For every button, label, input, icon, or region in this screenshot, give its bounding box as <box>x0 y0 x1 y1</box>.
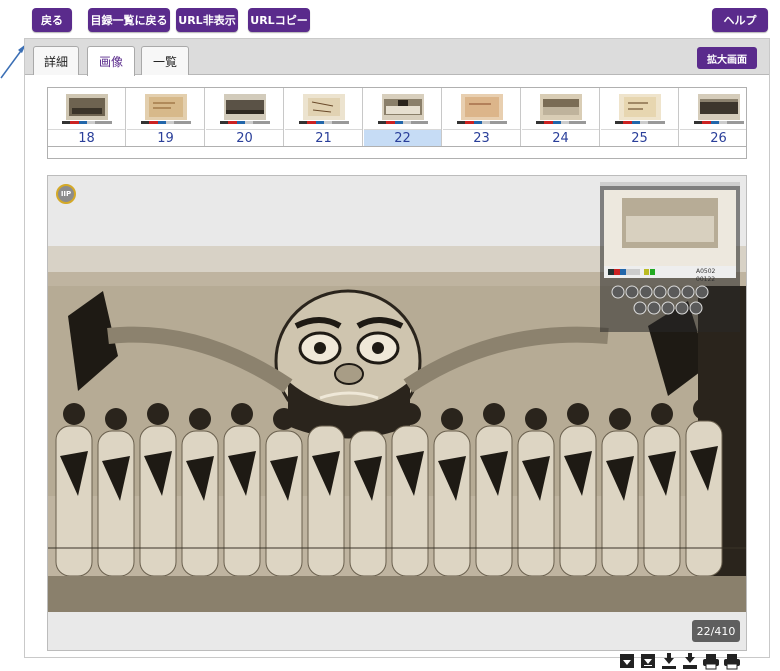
thumbnail-item[interactable]: 21 <box>285 88 363 146</box>
tab-details[interactable]: 詳細 <box>33 46 79 75</box>
iip-logo-icon: IIP <box>56 184 76 204</box>
color-scale-icon <box>694 121 744 124</box>
thumbnail-item[interactable]: 24 <box>522 88 600 146</box>
thumbnail-number: 19 <box>127 129 204 146</box>
thumbnail-scrollbar[interactable] <box>48 146 746 158</box>
color-scale-icon <box>378 121 428 124</box>
hide-url-button[interactable]: URL非表示 <box>176 8 238 32</box>
color-scale-icon <box>299 121 349 124</box>
navigator-controls <box>611 285 709 315</box>
pan-left-icon <box>611 285 625 299</box>
zoom-in-icon <box>695 285 709 299</box>
pan-right-icon <box>625 285 639 299</box>
thumbnail-item[interactable]: 25 <box>601 88 679 146</box>
rotate-right-icon <box>653 285 667 299</box>
thumbnail-number: 18 <box>48 129 125 146</box>
color-scale-icon <box>615 121 665 124</box>
rotate-icon <box>661 301 675 315</box>
thumbnail-number: 20 <box>206 129 283 146</box>
back-button[interactable]: 戻る <box>32 8 72 32</box>
thumbnail-item[interactable]: 23 <box>443 88 521 146</box>
download-page-icon[interactable] <box>639 652 657 670</box>
rotate-left-icon <box>639 285 653 299</box>
thumbnail-image <box>303 94 345 120</box>
color-scale-icon <box>220 121 270 124</box>
zoom-out-icon <box>633 301 647 315</box>
tab-images[interactable]: 画像 <box>87 46 135 76</box>
help-button[interactable]: ヘルプ <box>712 8 768 32</box>
thumbnail-number: 24 <box>522 129 599 146</box>
thumbnail-number: 21 <box>285 129 362 146</box>
enlarge-view-button[interactable]: 拡大画面 <box>697 47 757 69</box>
thumbnail-number: 25 <box>601 129 678 146</box>
thumbnail-item-selected[interactable]: 22 <box>364 88 442 146</box>
tab-list[interactable]: 一覧 <box>141 46 189 75</box>
home-icon <box>675 301 689 315</box>
download-all-icon[interactable] <box>660 652 678 670</box>
thumbnail-image <box>461 94 503 120</box>
color-scale-icon <box>457 121 507 124</box>
tab-bar: 詳細 画像 一覧 拡大画面 <box>25 39 769 76</box>
print-icon[interactable] <box>702 652 720 670</box>
thumbnail-item[interactable]: 26 <box>680 88 746 146</box>
thumbnail-number: 23 <box>443 129 520 146</box>
thumbnail-item[interactable]: 20 <box>206 88 284 146</box>
thumbnail-image <box>224 94 266 120</box>
thumbnail-image <box>66 94 108 120</box>
thumbnail-image <box>698 94 740 120</box>
thumbnail-image <box>145 94 187 120</box>
image-tools <box>618 652 744 670</box>
image-panel: 詳細 画像 一覧 拡大画面 18 19 20 21 22 23 24 25 26… <box>24 38 770 658</box>
color-scale-icon <box>536 121 586 124</box>
thumbnail-number: 26 <box>680 129 746 146</box>
thumbnail-image <box>540 94 582 120</box>
color-scale-icon <box>62 121 112 124</box>
thumbnail-image <box>382 94 424 120</box>
move-up-icon <box>667 285 681 299</box>
copy-url-button[interactable]: URLコピー <box>248 8 310 32</box>
move-down-icon <box>681 285 695 299</box>
page-counter: 22/410 <box>692 620 740 642</box>
print-all-icon[interactable] <box>723 652 741 670</box>
save-icon[interactable] <box>681 652 699 670</box>
navigator-panel: A0502 00122 <box>600 182 740 332</box>
thumbnail-item[interactable]: 18 <box>48 88 126 146</box>
color-scale-icon <box>141 121 191 124</box>
download-icon[interactable] <box>618 652 636 670</box>
help-icon <box>689 301 703 315</box>
thumbnail-number: 22 <box>364 129 441 146</box>
thumbnail-item[interactable]: 19 <box>127 88 205 146</box>
viewer-page: { "toolbar": { "back_label": "戻る", "back… <box>0 0 780 671</box>
thumbnail-strip: 18 19 20 21 22 23 24 25 26 <box>47 87 747 159</box>
back-to-list-button[interactable]: 目録一覧に戻る <box>88 8 170 32</box>
thumbnail-image <box>619 94 661 120</box>
reset-icon <box>647 301 661 315</box>
image-viewer[interactable]: IIP A0502 00122 22/410 <box>47 175 747 651</box>
